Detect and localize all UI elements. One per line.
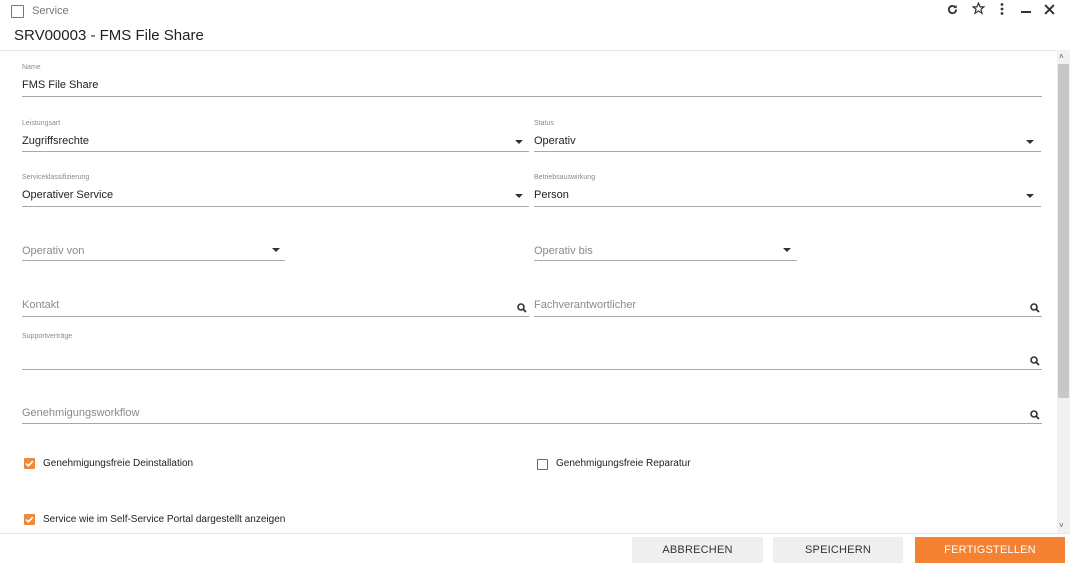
betriebsauswirkung-underline (534, 206, 1041, 207)
name-label: Name (22, 64, 41, 71)
leistungsart-select[interactable]: Leistungsart Zugriffsrechte (22, 120, 529, 154)
status-select[interactable]: Status Operativ (534, 120, 1041, 154)
reparatur-checkbox[interactable] (537, 459, 548, 470)
caret-down-icon[interactable] (783, 248, 791, 252)
operativ-bis-placeholder: Operativ bis (534, 245, 593, 257)
genehmigungsworkflow-underline (22, 423, 1042, 424)
caret-down-icon[interactable] (515, 140, 523, 144)
search-icon[interactable] (1030, 300, 1040, 313)
scroll-up-icon[interactable]: ˄ (1059, 52, 1064, 61)
finish-button[interactable]: FERTIGSTELLEN (915, 537, 1065, 563)
deinstallation-checkbox[interactable] (24, 458, 35, 469)
leistungsart-label: Leistungsart (22, 120, 61, 127)
supportvertraege-lookup[interactable]: Supportverträge (22, 333, 1042, 371)
leistungsart-value: Zugriffsrechte (22, 135, 90, 147)
window-icon (11, 5, 24, 18)
status-label: Status (534, 120, 554, 127)
betriebsauswirkung-value: Person (534, 189, 569, 201)
operativ-von-placeholder: Operativ von (22, 245, 85, 257)
serviceklassifizierung-select[interactable]: Serviceklassifizierung Operativer Servic… (22, 174, 529, 208)
fachverantwortlicher-underline (534, 316, 1042, 317)
name-underline (22, 96, 1042, 97)
kontakt-placeholder: Kontakt (22, 299, 60, 311)
scrollbar-thumb[interactable] (1058, 64, 1069, 398)
supportvertraege-underline (22, 369, 1042, 370)
betriebsauswirkung-select[interactable]: Betriebsauswirkung Person (534, 174, 1041, 208)
caret-down-icon[interactable] (272, 248, 280, 252)
cancel-button[interactable]: ABBRECHEN (632, 537, 763, 563)
portal-checkbox-label: Service wie im Self-Service Portal darge… (43, 514, 286, 525)
footer-divider (0, 533, 1070, 534)
search-icon[interactable] (1030, 407, 1040, 420)
fachverantwortlicher-placeholder: Fachverantwortlicher (534, 299, 637, 311)
star-icon[interactable] (971, 1, 986, 19)
betriebsauswirkung-label: Betriebsauswirkung (534, 174, 596, 181)
name-field[interactable]: Name FMS File Share (22, 64, 1042, 98)
operativ-bis-datepicker[interactable]: Operativ bis (534, 240, 797, 262)
close-icon[interactable] (1044, 3, 1055, 19)
search-icon[interactable] (1030, 353, 1040, 366)
deinstallation-checkbox-label: Genehmigungsfreie Deinstallation (43, 458, 194, 469)
status-value: Operativ (534, 135, 576, 147)
save-button[interactable]: SPEICHERN (773, 537, 903, 563)
kontakt-underline (22, 316, 529, 317)
name-value[interactable]: FMS File Share (22, 79, 98, 91)
caret-down-icon[interactable] (515, 194, 523, 198)
genehmigungsworkflow-lookup[interactable]: Genehmigungsworkflow (22, 402, 1042, 426)
portal-checkbox[interactable] (24, 514, 35, 525)
serviceklassifizierung-underline (22, 206, 529, 207)
window-titlebar: Service (0, 0, 1070, 24)
more-vertical-icon[interactable] (1000, 3, 1004, 19)
kontakt-lookup[interactable]: Kontakt (22, 294, 529, 318)
scroll-down-icon[interactable]: ˅ (1059, 521, 1064, 530)
status-underline (534, 151, 1041, 152)
operativ-von-underline (22, 260, 285, 261)
caret-down-icon[interactable] (1026, 140, 1034, 144)
refresh-icon[interactable] (947, 3, 958, 19)
search-icon[interactable] (517, 300, 527, 313)
page-title: SRV00003 - FMS File Share (14, 27, 204, 44)
caret-down-icon[interactable] (1026, 194, 1034, 198)
minimize-icon[interactable] (1021, 3, 1031, 19)
operativ-bis-underline (534, 260, 797, 261)
reparatur-checkbox-label: Genehmigungsfreie Reparatur (556, 458, 691, 469)
operativ-von-datepicker[interactable]: Operativ von (22, 240, 285, 262)
window-title: Service (32, 5, 69, 17)
serviceklassifizierung-label: Serviceklassifizierung (22, 174, 90, 181)
header-divider (0, 50, 1070, 51)
leistungsart-underline (22, 151, 529, 152)
genehmigungsworkflow-placeholder: Genehmigungsworkflow (22, 407, 140, 419)
serviceklassifizierung-value: Operativer Service (22, 189, 114, 201)
supportvertraege-label: Supportverträge (22, 333, 73, 340)
fachverantwortlicher-lookup[interactable]: Fachverantwortlicher (534, 294, 1042, 318)
